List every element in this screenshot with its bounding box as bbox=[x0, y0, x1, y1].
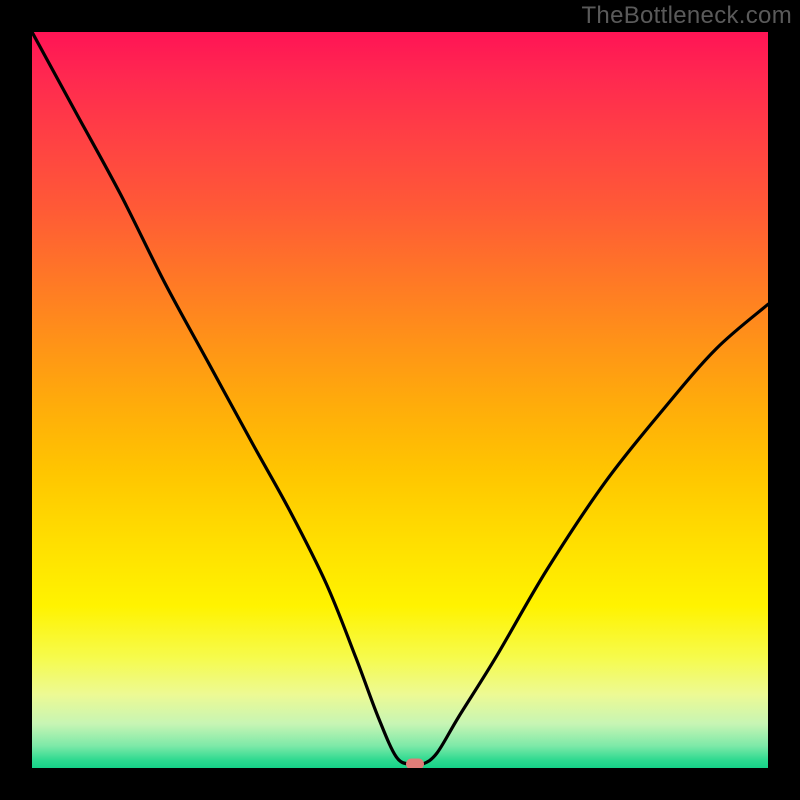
chart-frame: TheBottleneck.com bbox=[0, 0, 800, 800]
bottleneck-curve bbox=[32, 32, 768, 768]
plot-area bbox=[32, 32, 768, 768]
watermark-label: TheBottleneck.com bbox=[581, 2, 792, 30]
optimal-point-marker bbox=[406, 759, 424, 768]
